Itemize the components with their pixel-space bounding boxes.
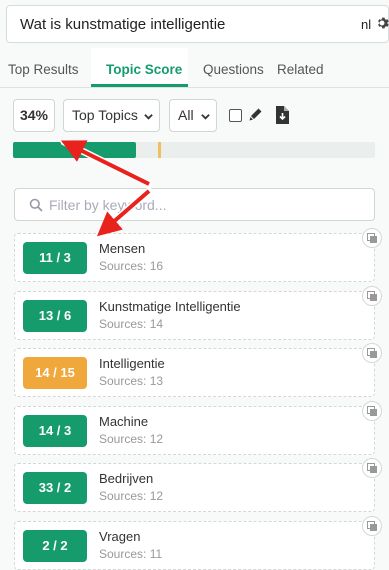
topic-filter-value: Top Topics [72,107,138,123]
copy-icon [367,405,377,416]
topic-name: Mensen [99,241,146,256]
highlight-checkbox[interactable] [229,109,242,122]
target-score-marker [158,142,161,158]
topic-name: Intelligentie [99,356,165,371]
score-progress-fill [13,142,136,158]
copy-icon [367,520,377,531]
topic-filter-select[interactable]: Top Topics [63,99,160,132]
topic-sources: Sources: 13 [99,374,164,388]
chevron-down-icon [144,114,153,120]
search-query[interactable]: Wat is kunstmatige intelligentie [20,16,225,33]
copy-topic-button[interactable] [362,400,382,421]
copy-icon [367,348,377,358]
active-tab-indicator [91,84,188,87]
topic-row[interactable]: 14 / 15 Intelligentie Sources: 13 [14,348,375,397]
topic-name: Machine [99,413,149,429]
topic-score-badge: 13 / 6 [23,299,87,332]
tab-topic-score[interactable]: Topic Score [106,62,182,77]
chevron-down-icon [201,114,210,120]
topic-name: Vragen [99,528,141,544]
topic-sources: Sources: 12 [99,489,164,503]
score-progress-bar [13,142,375,158]
topic-row[interactable]: 11 / 3 Mensen Sources: 16 [14,233,375,282]
copy-topic-button[interactable] [362,228,382,248]
language-label[interactable]: nl [361,17,371,32]
copy-topic-button[interactable] [362,515,382,536]
tab-related[interactable]: Related [277,62,324,77]
topic-sources: Sources: 14 [99,316,164,331]
copy-icon [367,463,377,473]
copy-topic-button[interactable] [362,343,382,363]
topic-name: Bedrijven [99,471,154,486]
topic-row[interactable]: 2 / 2 Vragen Sources: 11 [14,520,375,570]
copy-topic-button[interactable] [362,458,382,478]
tab-top-results[interactable]: Top Results [8,62,79,77]
export-document-icon[interactable] [275,106,289,124]
topic-name: Kunstmatige Intelligentie [99,298,241,314]
topic-score-badge: 14 / 15 [23,357,87,389]
topic-row[interactable]: 33 / 2 Bedrijven Sources: 12 [14,463,375,512]
search-icon [29,198,43,212]
topic-score-value: 34% [13,99,55,132]
highlighter-pen-icon[interactable] [247,107,263,123]
keyword-filter[interactable] [14,188,375,221]
topic-score-badge: 14 / 3 [23,414,87,447]
copy-topic-button[interactable] [362,285,382,306]
topic-row[interactable]: 14 / 3 Machine Sources: 12 [14,405,375,455]
topic-sources: Sources: 16 [99,259,164,273]
copy-icon [367,233,377,243]
topic-score-badge: 2 / 2 [23,529,87,562]
topic-sources: Sources: 12 [99,431,164,446]
topic-score-badge: 11 / 3 [23,242,87,274]
gear-icon[interactable] [375,16,389,30]
copy-icon [367,290,377,301]
scope-filter-value: All [178,107,194,123]
keyword-filter-input[interactable] [49,193,369,217]
scope-filter-select[interactable]: All [169,99,217,132]
topic-sources: Sources: 11 [99,546,163,561]
tab-questions[interactable]: Questions [203,62,264,77]
tab-bar: Top Results Topic Score Questions Relate… [0,48,389,88]
search-bar[interactable]: Wat is kunstmatige intelligentie nl [6,5,389,43]
topic-score-badge: 33 / 2 [23,472,87,504]
topic-row[interactable]: 13 / 6 Kunstmatige Intelligentie Sources: … [14,290,375,340]
